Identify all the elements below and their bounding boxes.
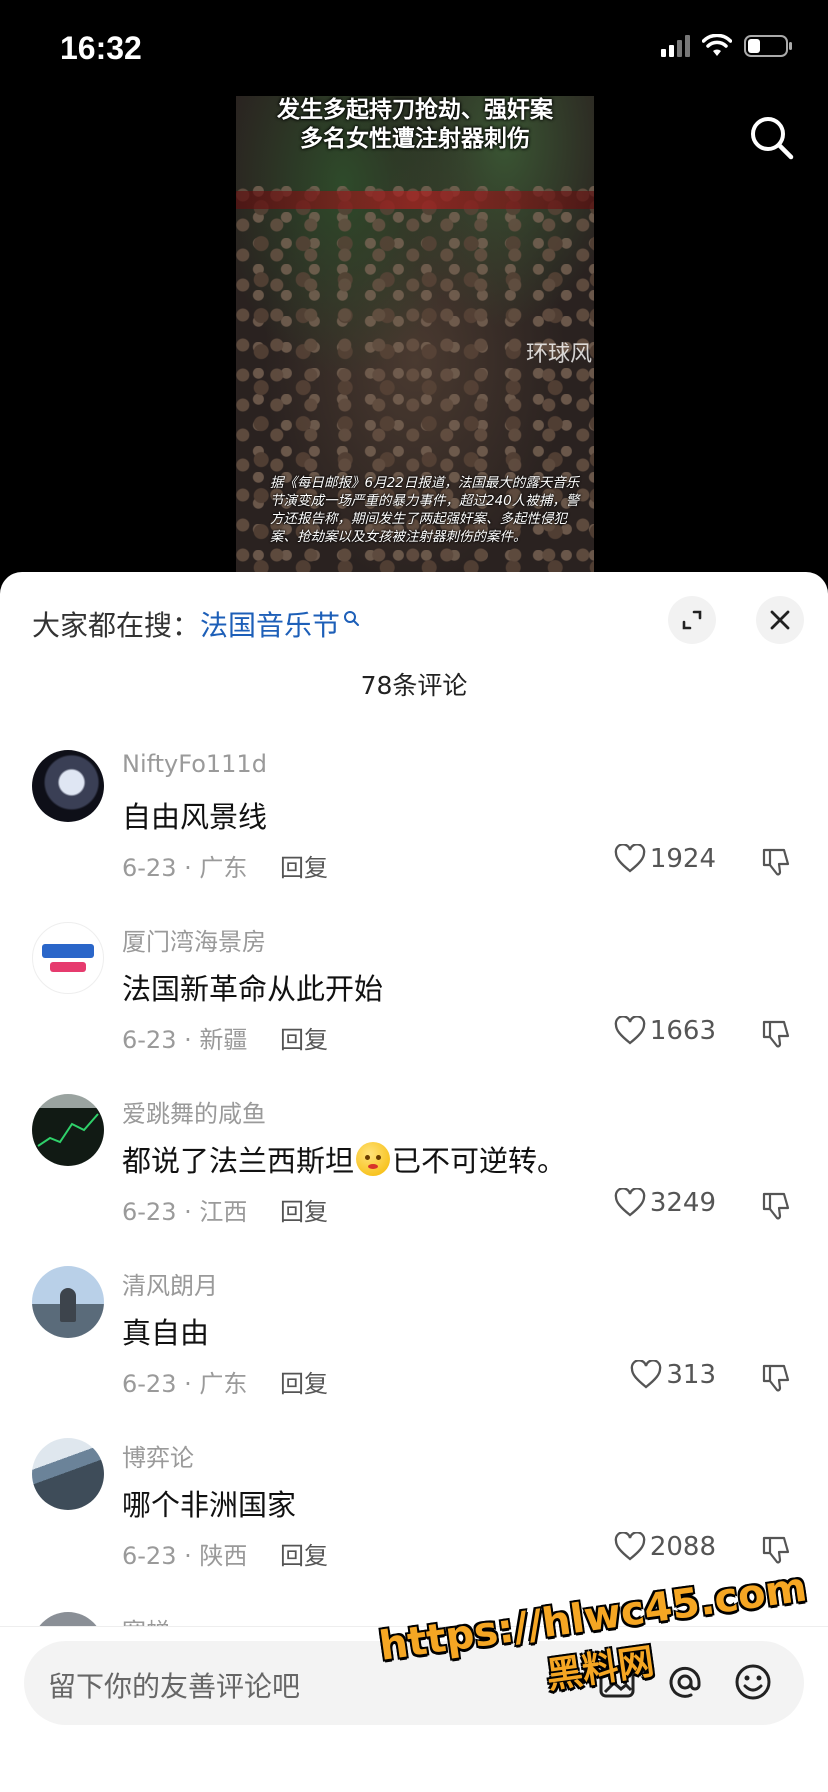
wifi-icon: [702, 34, 732, 56]
dislike-icon[interactable]: [760, 1362, 792, 1394]
reply-button[interactable]: 回复: [280, 1020, 328, 1055]
dislike-icon[interactable]: [760, 1534, 792, 1566]
heart-icon: [614, 844, 646, 873]
comment-text[interactable]: 真自由: [122, 1310, 209, 1352]
close-button[interactable]: [756, 596, 804, 644]
video-watermark: 环球风: [526, 342, 593, 367]
comment-meta: 6-23 · 江西: [122, 1198, 248, 1226]
reply-button[interactable]: 回复: [280, 848, 328, 883]
battery-icon: [744, 35, 792, 57]
status-icons: [661, 34, 794, 58]
comment-username[interactable]: 博弈论: [122, 1438, 194, 1473]
like-count: 313: [666, 1360, 716, 1390]
reply-button[interactable]: 回复: [280, 1192, 328, 1227]
heart-icon: [614, 1016, 646, 1045]
like-button[interactable]: 3249: [614, 1188, 716, 1218]
video-headline-line: 多名女性遭注射器刺伤: [300, 126, 530, 152]
like-count: 3249: [649, 1188, 716, 1218]
comment-meta: 6-23 · 新疆: [122, 1026, 248, 1054]
comment-text[interactable]: 法国新革命从此开始: [122, 966, 383, 1008]
heart-icon: [614, 1188, 646, 1217]
comment-text[interactable]: 自由风景线: [122, 794, 267, 836]
avatar[interactable]: [32, 1438, 104, 1510]
expand-icon: [682, 610, 702, 630]
video-player[interactable]: 发生多起持刀抢劫、强奸案 多名女性遭注射器刺伤 环球风 据《每日邮报》6月22日…: [0, 96, 828, 576]
comment-username[interactable]: 清风朗月: [122, 1266, 218, 1301]
comment-meta: 6-23 · 陕西: [122, 1542, 248, 1570]
hot-search-row[interactable]: 大家都在搜： 法国音乐节: [32, 604, 361, 644]
comment-meta: 6-23 · 广东: [122, 1370, 248, 1398]
close-icon: [770, 610, 790, 630]
avatar[interactable]: [32, 750, 104, 822]
comment-username[interactable]: 厦门湾海景房: [122, 922, 266, 957]
hot-search-term[interactable]: 法国音乐节: [200, 604, 340, 644]
comment-item: 清风朗月 真自由 6-23 · 广东 回复 313: [0, 1266, 828, 1438]
comment-meta: 6-23 · 广东: [122, 854, 248, 882]
like-button[interactable]: 1924: [614, 844, 716, 874]
comment-item: 爱跳舞的咸鱼 都说了法兰西斯坦 已不可逆转。 6-23 · 江西 回复 3249: [0, 1094, 828, 1266]
avatar[interactable]: [32, 1094, 104, 1166]
avatar-logo-mark: [42, 944, 94, 958]
comment-item: NiftyFo111d 自由风景线 6-23 · 广东 回复 1924: [0, 750, 828, 922]
video-banner-image: [236, 191, 594, 209]
comment-text-part: 已不可逆转。: [392, 1144, 567, 1178]
comment-text[interactable]: 哪个非洲国家: [122, 1482, 296, 1524]
like-count: 1663: [649, 1016, 716, 1046]
heart-icon: [631, 1360, 662, 1389]
avatar-logo-mark: [50, 962, 86, 972]
reply-button[interactable]: 回复: [280, 1364, 328, 1399]
avatar[interactable]: [32, 1266, 104, 1338]
like-button[interactable]: 313: [630, 1360, 716, 1390]
comment-item: 厦门湾海景房 法国新革命从此开始 6-23 · 新疆 回复 1663: [0, 922, 828, 1094]
avatar-statue-image: [60, 1288, 76, 1322]
search-icon[interactable]: [746, 112, 798, 164]
status-time: 16:32: [60, 30, 142, 66]
dislike-icon[interactable]: [760, 1018, 792, 1050]
reply-button[interactable]: 回复: [280, 1536, 328, 1571]
comment-username[interactable]: NiftyFo111d: [122, 750, 267, 778]
flushed-face-emoji-icon: [356, 1142, 391, 1176]
comment-count: 78条评论: [360, 671, 468, 700]
video-frame[interactable]: 发生多起持刀抢劫、强奸案 多名女性遭注射器刺伤 环球风 据《每日邮报》6月22日…: [236, 96, 594, 576]
like-button[interactable]: 1663: [614, 1016, 716, 1046]
video-headline: 发生多起持刀抢劫、强奸案 多名女性遭注射器刺伤: [236, 96, 594, 154]
comment-input-placeholder: 留下你的友善评论吧: [48, 1670, 301, 1703]
avatar-chart-image: [37, 1113, 99, 1147]
comment-text-part: 都说了法兰西斯坦: [122, 1144, 355, 1178]
cellular-signal-icon: [661, 35, 690, 57]
video-headline-line: 发生多起持刀抢劫、强奸案: [277, 97, 553, 123]
comment-username[interactable]: 爱跳舞的咸鱼: [122, 1094, 266, 1129]
video-caption: 据《每日邮报》6月22日报道，法国最大的露天音乐节演变成一场严重的暴力事件，超过…: [270, 475, 580, 545]
like-button[interactable]: 2088: [614, 1532, 716, 1562]
heart-icon: [614, 1532, 646, 1561]
comment-text[interactable]: 都说了法兰西斯坦 已不可逆转。: [122, 1138, 566, 1180]
status-bar: 16:32: [0, 0, 828, 96]
expand-button[interactable]: [668, 596, 716, 644]
avatar[interactable]: [32, 922, 104, 994]
like-count: 2088: [649, 1532, 716, 1562]
like-count: 1924: [649, 844, 716, 874]
dislike-icon[interactable]: [760, 1190, 792, 1222]
small-search-icon: [344, 611, 360, 626]
hot-search-label: 大家都在搜：: [32, 609, 201, 642]
dislike-icon[interactable]: [760, 846, 792, 878]
